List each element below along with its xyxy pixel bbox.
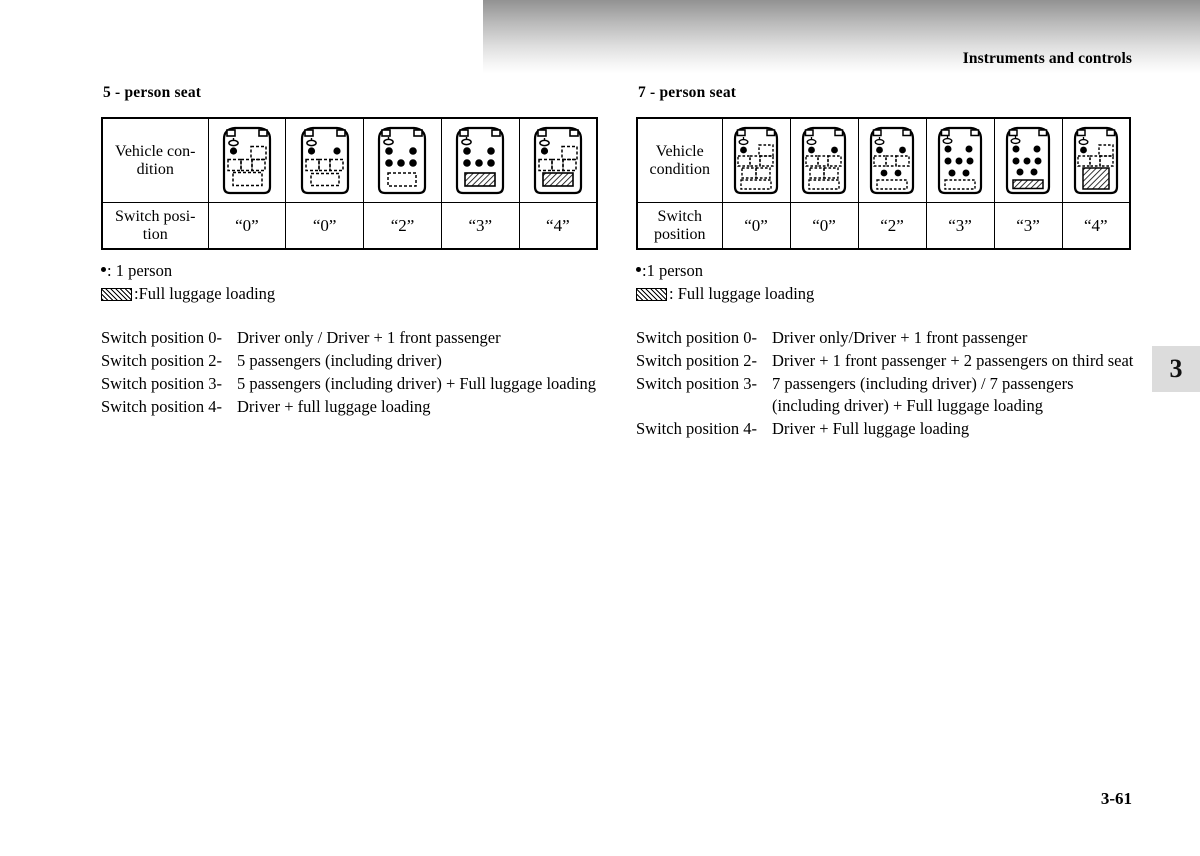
car-diagram-7seat-driver-full-luggage (1073, 126, 1118, 195)
switch-position-desc-3: 7 passengers (including driver) / 7 pass… (772, 373, 1074, 415)
vehicle-diagram-cell-2 (285, 117, 365, 203)
five-person-seat-table: Vehicle con-dition Switch posi- tion “0”… (101, 117, 598, 250)
switch-position-label-2: Switch position 2- (636, 350, 758, 370)
person-dot-icon (636, 267, 641, 273)
switch-position-value-3: “2” (363, 202, 442, 250)
switch-position-value-4: “3” (440, 202, 520, 250)
car-diagram-5seat-five-passengers-full-luggage (456, 126, 505, 195)
switch-position-list-five-person: Switch position 0- Driver only / Driver … (101, 327, 601, 418)
switch-position-value-5: “3” (993, 202, 1063, 250)
legend-line-person: :1 person (636, 259, 1136, 282)
switch-position-label-4: Switch position 4- (636, 418, 758, 438)
switch-position-value-1: “0” (721, 202, 791, 250)
switch-position-desc-2: 5 passengers (including driver) (237, 350, 442, 370)
legend-luggage-text: :Full luggage loading (134, 284, 276, 304)
switch-position-desc-2: Driver + 1 front passenger + 2 passenger… (772, 350, 1134, 370)
switch-position-value-1: “0” (207, 202, 287, 250)
table-row-switch-position: Switch position “0” “0” “2” “3” “3” “4” (636, 202, 1131, 250)
legend-line-person: : 1 person (101, 259, 601, 282)
page-header-title: Instruments and controls (962, 50, 1132, 67)
vehicle-diagram-cell-3 (857, 117, 927, 203)
list-item: Switch position 4- Driver + Full luggage… (636, 418, 1136, 440)
switch-position-value-4: “3” (925, 202, 995, 250)
list-item: Switch position 0- Driver only/Driver + … (636, 327, 1136, 349)
vehicle-diagram-cell-6 (1061, 117, 1131, 203)
vehicle-diagram-cell-1 (721, 117, 791, 203)
list-item: Switch position 4- Driver + full luggage… (101, 396, 601, 418)
list-item: Switch position 3- 7 passengers (includi… (636, 373, 1136, 417)
switch-position-desc-4: Driver + full luggage loading (237, 396, 431, 416)
vehicle-diagram-cell-1 (207, 117, 287, 203)
switch-position-label-3: Switch position 3- (636, 373, 758, 393)
switch-position-value-5: “4” (518, 202, 598, 250)
switch-position-value-6: “4” (1061, 202, 1131, 250)
switch-position-desc-3: 5 passengers (including driver) + Full l… (237, 373, 596, 393)
full-luggage-hatch-icon (636, 287, 667, 301)
car-diagram-5seat-driver-only (222, 126, 271, 195)
vehicle-diagram-cell-3 (363, 117, 442, 203)
car-diagram-7seat-seven-passengers-full-luggage (1005, 126, 1051, 195)
section-five-person-seat: 5 - person seat Vehicle con-dition Switc… (101, 84, 601, 419)
car-diagram-5seat-driver-plus-front (300, 126, 349, 195)
row-header-switch-position: Switch position (636, 202, 723, 250)
car-diagram-5seat-driver-full-luggage (533, 126, 582, 195)
switch-position-value-3: “2” (857, 202, 927, 250)
vehicle-diagram-cell-2 (789, 117, 859, 203)
section-title-seven-person: 7 - person seat (638, 84, 737, 101)
full-luggage-hatch-icon (101, 287, 132, 301)
table-row-vehicle-condition: Vehicle condition (636, 117, 1131, 203)
legend-person-text: : 1 person (107, 261, 173, 280)
car-diagram-7seat-seven-passengers (937, 126, 983, 195)
vehicle-diagram-cell-4 (925, 117, 995, 203)
switch-position-desc-0: Driver only/Driver + 1 front passenger (772, 327, 1028, 347)
legend-line-luggage: :Full luggage loading (101, 282, 601, 305)
page-number: 3-61 (1100, 789, 1132, 808)
switch-position-label-0: Switch position 0- (101, 327, 223, 347)
list-item: Switch position 2- 5 passengers (includi… (101, 350, 601, 372)
row-header-switch-position: Switch posi-tion (101, 202, 209, 250)
list-item: Switch position 2- Driver + 1 front pass… (636, 350, 1136, 372)
person-dot-icon (101, 267, 106, 273)
switch-position-label-4: Switch position 4- (101, 396, 223, 416)
switch-position-label-2: Switch position 2- (101, 350, 223, 370)
table-row-switch-position: Switch posi-tion “0” “0” “2” “3” “4” (101, 202, 598, 250)
vehicle-diagram-cell-4 (440, 117, 520, 203)
section-title-five-person: 5 - person seat (103, 84, 202, 101)
vehicle-diagram-cell-5 (518, 117, 598, 203)
car-diagram-5seat-five-passengers (378, 126, 427, 195)
section-seven-person-seat: 7 - person seat Vehicle condition Switch… (636, 84, 1136, 441)
switch-position-value-2: “0” (285, 202, 365, 250)
seven-person-seat-table: Vehicle condition Switch position “0” “0… (636, 117, 1131, 250)
legend-line-luggage: : Full luggage loading (636, 282, 1136, 305)
chapter-tab-3: 3 (1152, 346, 1200, 392)
switch-position-label-0: Switch position 0- (636, 327, 758, 347)
car-diagram-7seat-driver-only (733, 126, 779, 195)
legend-luggage-text: : Full luggage loading (669, 284, 815, 304)
switch-position-label-3: Switch position 3- (101, 373, 223, 393)
switch-position-value-2: “0” (789, 202, 859, 250)
table-row-vehicle-condition: Vehicle con-dition (101, 117, 598, 203)
legend-person-text: :1 person (642, 261, 703, 280)
car-diagram-7seat-driver-plus-front (801, 126, 847, 195)
legend-five-person: : 1 person :Full luggage loading (101, 259, 601, 306)
row-header-vehicle-condition: Vehicle condition (636, 117, 723, 203)
switch-position-list-seven-person: Switch position 0- Driver only/Driver + … (636, 327, 1136, 440)
row-header-vehicle-condition: Vehicle con-dition (101, 117, 209, 203)
switch-position-desc-0: Driver only / Driver + 1 front passenger (237, 327, 501, 347)
legend-seven-person: :1 person : Full luggage loading (636, 259, 1136, 306)
switch-position-desc-4: Driver + Full luggage loading (772, 418, 970, 438)
vehicle-diagram-cell-5 (993, 117, 1063, 203)
list-item: Switch position 0- Driver only / Driver … (101, 327, 601, 349)
list-item: Switch position 3- 5 passengers (includi… (101, 373, 601, 395)
car-diagram-7seat-driver-front-two-third-row (869, 126, 915, 195)
